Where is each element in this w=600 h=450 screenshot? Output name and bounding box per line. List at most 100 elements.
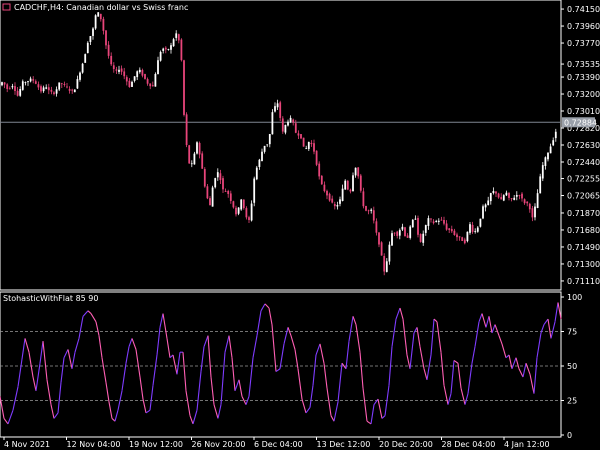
osc-segment [301,398,307,414]
osc-segment [370,404,375,425]
candle-body [245,208,248,218]
candle-body [495,191,497,194]
osc-segment [256,310,262,336]
candle-body [450,229,453,232]
candle-body [554,131,557,139]
candle-body [409,226,412,238]
candle-body [328,193,331,201]
osc-segment [149,385,154,411]
osc-segment [176,352,181,375]
candle-body [131,81,133,87]
candle-body [383,255,386,272]
candle-body [248,217,250,221]
candle-body [513,197,516,200]
price-tick-label: 0.71680 [567,226,600,235]
candle-body [47,87,50,91]
osc-segment [297,368,303,400]
candle-body [367,210,370,212]
candle-body [305,148,308,150]
candle-body [40,86,42,92]
candle-body [24,82,27,83]
candle-body [287,121,289,126]
osc-segment [182,352,187,391]
osc-segment [359,352,364,389]
candle-body [175,33,178,38]
candle-body [362,191,365,207]
time-tick-label: 13 Dec 12:00 [317,440,371,449]
candle-body [422,233,425,243]
osc-segment [443,385,449,405]
candle-body [266,144,269,146]
candle-body [474,231,477,232]
candle-body [68,89,71,91]
osc-segment [224,335,230,353]
candle-body [258,159,261,167]
osc-segment [135,349,141,378]
osc-segment [260,303,266,312]
candle-body [29,78,32,82]
osc-tick-label: 0 [567,431,572,440]
osc-segment [474,321,480,347]
candle-body [370,209,373,211]
candle-body [346,180,349,190]
candle-body [16,90,19,96]
candle-body [411,219,414,228]
candle-body [510,198,513,199]
osc-segment [71,352,76,369]
candle-body [419,234,422,242]
candle-body [209,198,211,206]
osc-segment [547,318,552,339]
candle-body [255,167,258,180]
candle-body [263,145,266,152]
time-tick-label: 28 Dec 04:00 [442,440,496,449]
price-tick-label: 0.72255 [567,175,600,184]
osc-segment [17,359,23,387]
candle-body [232,201,235,208]
candle-body [380,242,383,256]
osc-segment [82,310,89,317]
osc-segment [533,357,538,394]
candle-body [318,163,321,177]
candle-body [97,12,100,17]
candle-body [79,72,81,80]
candle-body [357,167,360,177]
candle-body [76,79,79,89]
osc-segment [185,390,191,416]
osc-segment [42,341,48,380]
candle-body [63,83,66,85]
candle-body [313,143,315,152]
price-panel-border [0,0,562,291]
candle-body [164,47,167,50]
candle-body [151,85,154,87]
candle-body [14,86,16,92]
candle-body [185,114,188,145]
candle-body [502,195,505,201]
osc-segment [172,354,178,375]
osc-segment [28,352,34,378]
osc-segment [24,338,30,353]
osc-segment [550,321,556,339]
price-tick-label: 0.73390 [567,73,600,82]
osc-segment [348,316,354,342]
price-tick-label: 0.74150 [567,5,600,14]
candle-body [222,178,224,190]
osc-segment [60,357,65,383]
osc-segment [406,354,411,369]
osc-segment [395,307,401,320]
osc-segment [21,338,26,360]
osc-segment [413,327,418,334]
candle-body [227,190,230,194]
osc-segment [264,303,270,309]
osc-segment [416,327,421,347]
candle-body [73,89,76,93]
candle-body [372,210,375,221]
osc-segment [498,335,503,345]
candle-body [261,151,263,162]
osc-segment [453,360,459,364]
osc-segment [57,382,62,413]
osc-segment [192,410,198,425]
candle-body [531,208,534,218]
osc-segment [95,321,100,336]
osc-segment [131,338,137,350]
osc-segment [228,335,233,358]
